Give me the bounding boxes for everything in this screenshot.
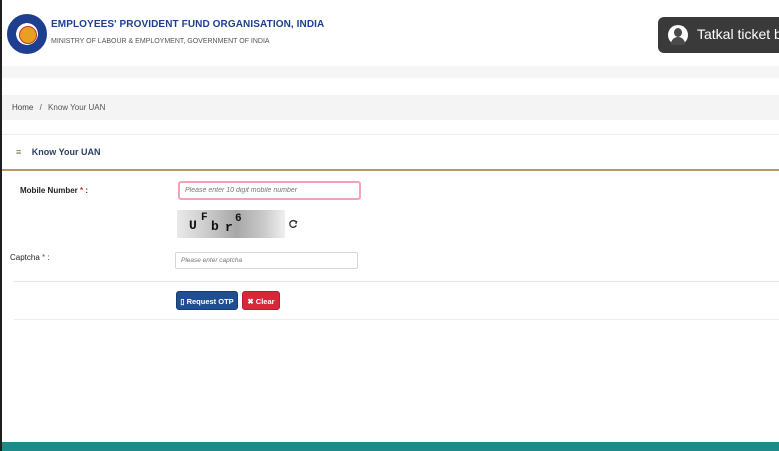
mobile-number-input[interactable] [178,181,361,200]
breadcrumb: Home / Know Your UAN [2,95,779,120]
footer-bar [2,442,779,451]
nav-band [2,66,779,78]
epfo-logo-icon[interactable] [7,14,47,54]
captcha-label: Captcha * : [10,253,50,262]
card-header: ≡ Know Your UAN [2,134,779,171]
menu-icon: ≡ [16,147,22,157]
clear-button[interactable]: ✖ Clear [242,291,280,310]
tatkal-popup[interactable]: Tatkal ticket b [658,17,779,53]
captcha-char: r [225,220,233,235]
captcha-input[interactable] [175,252,358,269]
org-name: EMPLOYEES' PROVIDENT FUND ORGANISATION, … [51,19,325,30]
divider [14,281,779,282]
avatar-icon [668,25,688,45]
captcha-char: U [189,218,197,233]
breadcrumb-current: Know Your UAN [48,103,106,112]
required-mark: * [42,253,46,262]
clear-label: Clear [255,297,275,306]
divider [14,319,779,320]
breadcrumb-home-link[interactable]: Home [12,103,33,112]
breadcrumb-separator: / [39,103,42,112]
ministry-name: MINISTRY OF LABOUR & EMPLOYMENT, GOVERNM… [51,38,270,45]
tatkal-popup-label: Tatkal ticket b [697,26,779,42]
mobile-number-label: Mobile Number * : [20,186,89,195]
captcha-char: F [201,212,208,224]
captcha-image: U F b r 6 [177,210,285,238]
site-header: EMPLOYEES' PROVIDENT FUND ORGANISATION, … [2,0,779,67]
close-icon: ✖ [247,297,256,306]
logo-emblem [19,26,37,44]
request-otp-label: Request OTP [186,297,234,306]
required-mark: * [80,186,84,195]
card-title: Know Your UAN [31,147,101,157]
captcha-char: 6 [235,213,242,225]
request-otp-button[interactable]: ▯ Request OTP [176,291,238,310]
captcha-char: b [211,219,219,234]
refresh-icon[interactable] [288,219,298,232]
